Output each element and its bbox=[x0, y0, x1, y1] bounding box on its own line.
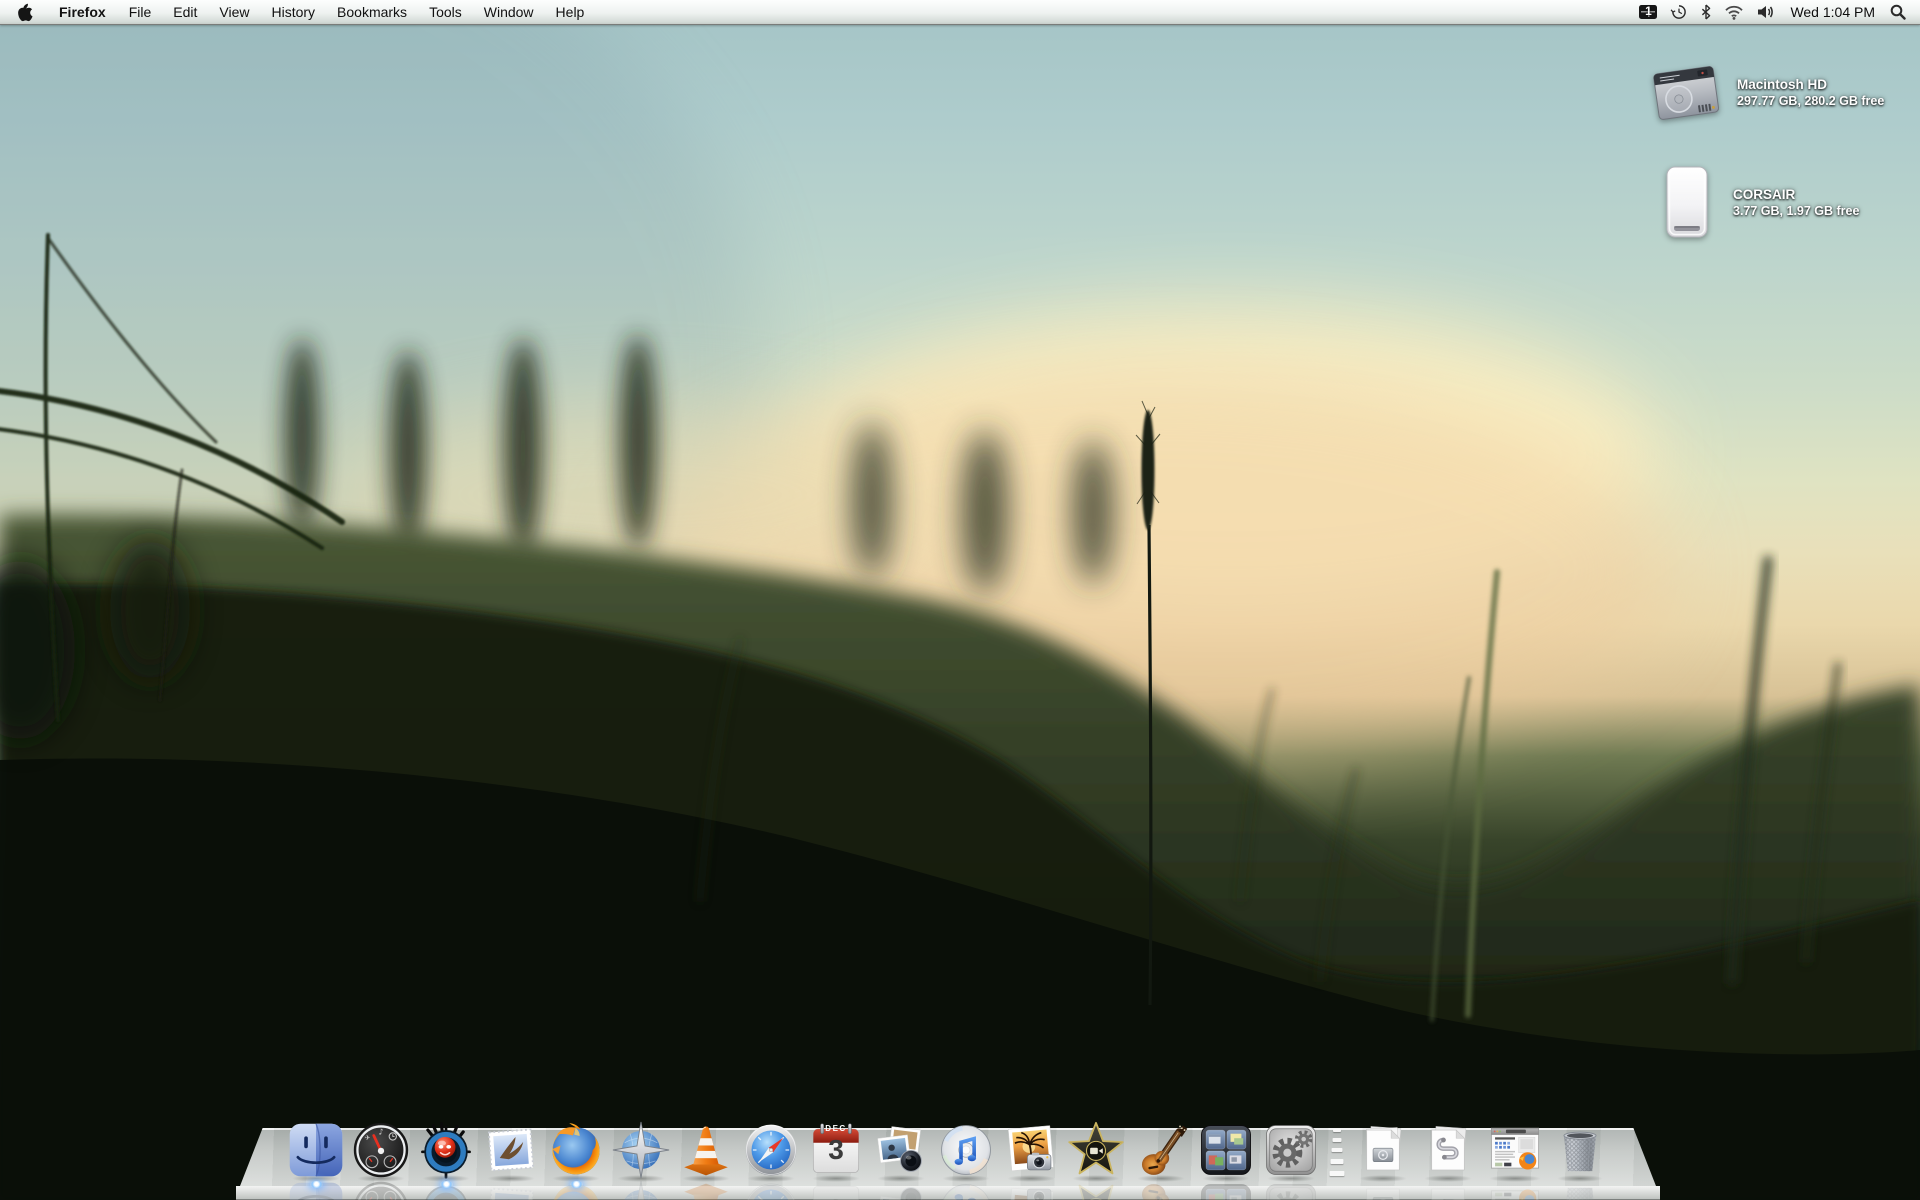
running-indicator bbox=[310, 1181, 323, 1188]
menu-history[interactable]: History bbox=[260, 4, 326, 20]
dock-item-itunes[interactable] bbox=[937, 1121, 995, 1179]
wifi-icon[interactable] bbox=[1724, 5, 1744, 20]
dock-item-camino[interactable] bbox=[612, 1121, 670, 1179]
running-indicator bbox=[570, 1181, 583, 1188]
menu-bar-left: Firefox File Edit View History Bookmarks… bbox=[0, 0, 595, 24]
dock-item-dashboard[interactable]: ♪ ✈ bbox=[352, 1121, 410, 1179]
dock-front-edge bbox=[236, 1186, 1660, 1200]
app-menu-title[interactable]: Firefox bbox=[47, 4, 118, 20]
dock-item-imovie[interactable] bbox=[1067, 1121, 1125, 1179]
time-machine-icon[interactable] bbox=[1670, 3, 1688, 21]
red-face-target-app-icon bbox=[417, 1121, 475, 1179]
dock-item-ical[interactable]: DEC 3 bbox=[807, 1121, 865, 1179]
trash-icon bbox=[1553, 1121, 1607, 1179]
volume-icon[interactable] bbox=[1757, 5, 1775, 19]
menu-window[interactable]: Window bbox=[473, 4, 545, 20]
bluetooth-icon[interactable] bbox=[1701, 4, 1711, 20]
iphoto-icon bbox=[1002, 1121, 1060, 1179]
dock-item-system-preferences[interactable] bbox=[1262, 1121, 1320, 1179]
scripts-stack-icon bbox=[1419, 1121, 1477, 1179]
mail-stamp-icon bbox=[482, 1121, 540, 1179]
minimized-firefox-window-thumbnail bbox=[1484, 1121, 1546, 1179]
dock-item-iphoto[interactable] bbox=[1002, 1121, 1060, 1179]
volume-label: CORSAIR 3.77 GB, 1.97 GB free bbox=[1733, 187, 1859, 220]
volume-name: Macintosh HD bbox=[1737, 77, 1884, 94]
removable-drive-icon bbox=[1654, 164, 1720, 242]
menu-view[interactable]: View bbox=[208, 4, 260, 20]
svg-text:✈: ✈ bbox=[364, 1133, 370, 1142]
wallpaper bbox=[0, 0, 1920, 1200]
dock-item-safari[interactable] bbox=[742, 1121, 800, 1179]
dock-item-firefox[interactable] bbox=[547, 1121, 605, 1179]
menu-bookmarks[interactable]: Bookmarks bbox=[326, 4, 418, 20]
system-preferences-gears-icon bbox=[1262, 1121, 1320, 1179]
volume-label: Macintosh HD 297.77 GB, 280.2 GB free bbox=[1737, 77, 1884, 110]
menu-bar-right: 1 Wed 1:04 PM bbox=[1639, 0, 1920, 24]
volume-name: CORSAIR bbox=[1733, 187, 1859, 204]
ical-icon: DEC 3 bbox=[807, 1121, 865, 1179]
dashboard-icon: ♪ ✈ bbox=[352, 1121, 410, 1179]
svg-text:♪: ♪ bbox=[378, 1127, 383, 1137]
imovie-star-icon bbox=[1067, 1121, 1125, 1179]
apple-logo-icon bbox=[18, 3, 33, 22]
internal-hard-drive-icon bbox=[1650, 58, 1724, 128]
dock-item-trash[interactable] bbox=[1553, 1121, 1607, 1179]
menu-bar-clock[interactable]: Wed 1:04 PM bbox=[1788, 4, 1877, 20]
garageband-guitar-icon bbox=[1132, 1121, 1190, 1179]
photo-booth-icon bbox=[872, 1121, 930, 1179]
menu-edit[interactable]: Edit bbox=[162, 4, 208, 20]
spaces-grid-icon bbox=[1197, 1121, 1255, 1179]
apple-menu[interactable] bbox=[12, 0, 47, 24]
documents-stack-icon bbox=[1354, 1121, 1412, 1179]
camino-icon bbox=[612, 1121, 670, 1179]
finder-icon bbox=[287, 1121, 345, 1179]
menu-bar: Firefox File Edit View History Bookmarks… bbox=[0, 0, 1920, 25]
safari-icon bbox=[742, 1121, 800, 1179]
dock-item-scripts-stack[interactable] bbox=[1419, 1121, 1477, 1179]
itunes-icon bbox=[937, 1121, 995, 1179]
desktop-icon-macintosh-hd[interactable]: Macintosh HD 297.77 GB, 280.2 GB free bbox=[1650, 58, 1884, 128]
dock-item-vlc[interactable] bbox=[677, 1121, 735, 1179]
dock-item-spaces[interactable] bbox=[1197, 1121, 1255, 1179]
vlc-cone-icon bbox=[677, 1121, 735, 1179]
spotlight-icon[interactable] bbox=[1890, 4, 1906, 20]
volume-info: 3.77 GB, 1.97 GB free bbox=[1733, 204, 1859, 220]
menu-help[interactable]: Help bbox=[545, 4, 596, 20]
dock-item-documents-stack[interactable] bbox=[1354, 1121, 1412, 1179]
running-indicator bbox=[440, 1181, 453, 1188]
firefox-icon bbox=[547, 1121, 605, 1179]
dock-item-minimized-firefox-window[interactable] bbox=[1484, 1121, 1546, 1179]
dock-divider[interactable] bbox=[1327, 1121, 1347, 1179]
dock-item-garageband[interactable] bbox=[1132, 1121, 1190, 1179]
dock: ♪ ✈ bbox=[287, 1121, 1607, 1179]
menu-tools[interactable]: Tools bbox=[418, 4, 473, 20]
ical-day-label: 3 bbox=[807, 1136, 865, 1164]
spaces-menu-icon[interactable]: 1 bbox=[1639, 5, 1657, 19]
spaces-number: 1 bbox=[1639, 4, 1657, 18]
ical-month-label: DEC bbox=[807, 1125, 865, 1133]
volume-info: 297.77 GB, 280.2 GB free bbox=[1737, 94, 1884, 110]
dock-item-mail[interactable] bbox=[482, 1121, 540, 1179]
menu-file[interactable]: File bbox=[118, 4, 163, 20]
dock-item-photo-booth[interactable] bbox=[872, 1121, 930, 1179]
desktop-icon-corsair[interactable]: CORSAIR 3.77 GB, 1.97 GB free bbox=[1654, 164, 1859, 242]
dock-item-finder[interactable] bbox=[287, 1121, 345, 1179]
dock-item-red-face-target-app[interactable] bbox=[417, 1121, 475, 1179]
